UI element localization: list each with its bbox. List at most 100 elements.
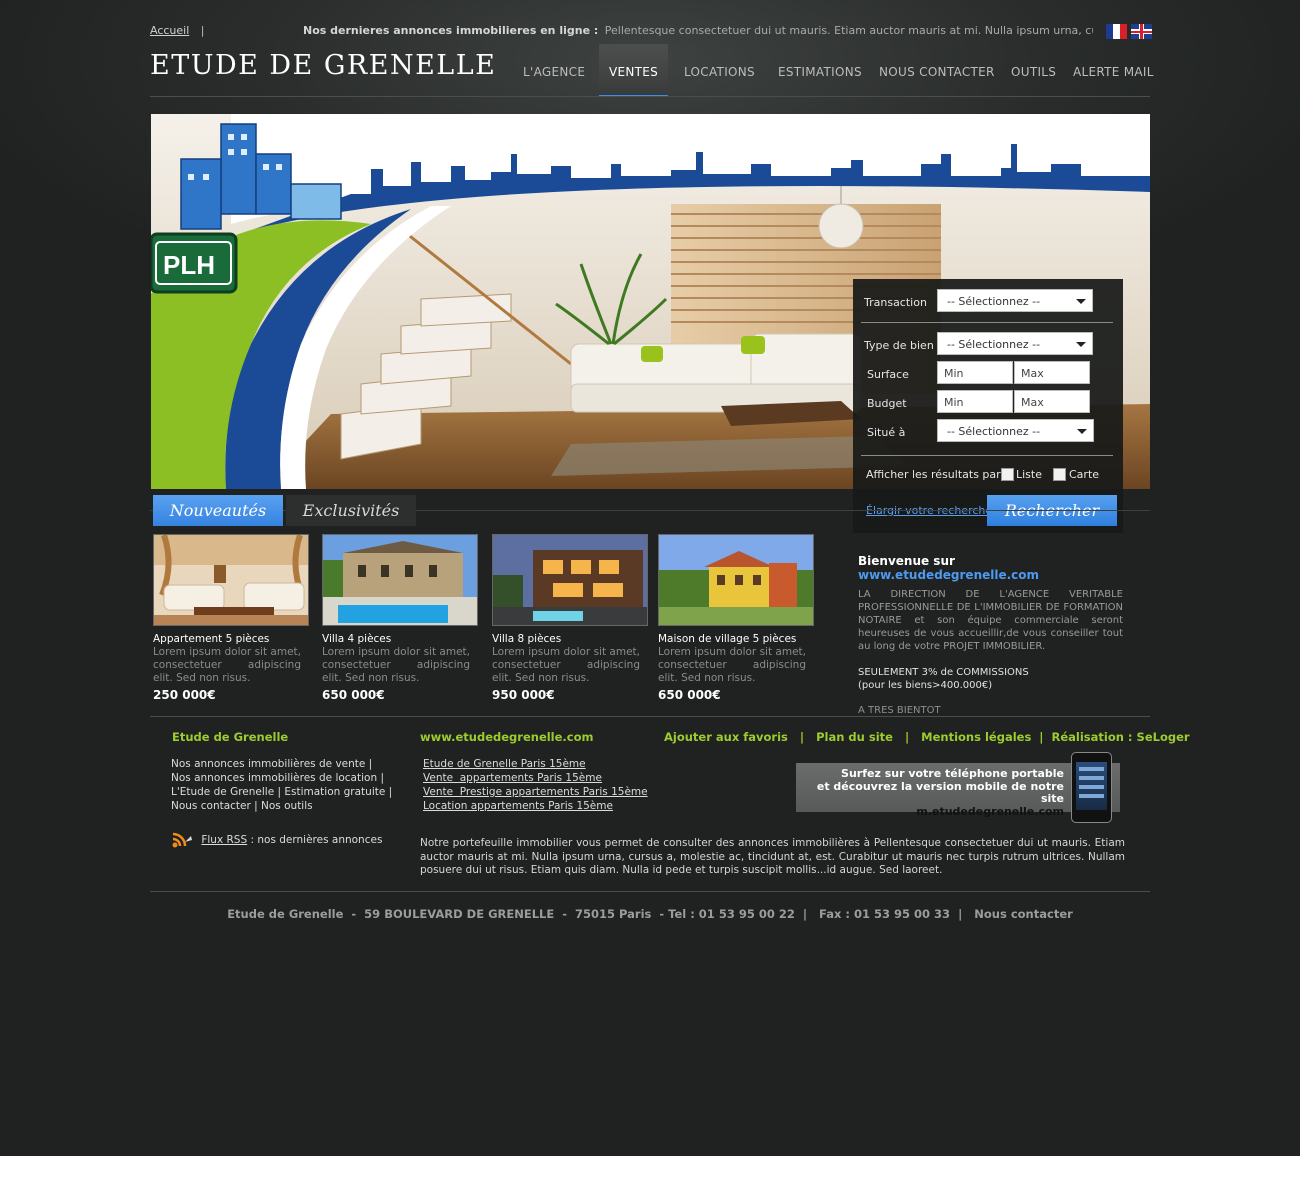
footer-link[interactable]: Nos annonces immobilières de vente | <box>171 757 392 771</box>
listing-description: Lorem ipsum dolor sit amet, consectetuer… <box>322 646 470 684</box>
content-divider <box>150 716 1150 717</box>
nav-alerte-mail[interactable]: ALERTE MAIL <box>1073 44 1154 97</box>
budget-max-input[interactable]: Max <box>1014 390 1090 413</box>
listing-photo-village-house <box>659 535 813 625</box>
nav-contact[interactable]: NOUS CONTACTER <box>879 44 995 97</box>
budget-label: Budget <box>867 397 907 410</box>
breadcrumb: Accueil | <box>150 24 205 37</box>
nav-agence[interactable]: L'AGENCE <box>523 44 585 97</box>
map-checkbox[interactable] <box>1053 468 1066 481</box>
footer-link[interactable]: Location appartements Paris 15ème <box>423 799 648 813</box>
mobile-promo-line-2: et découvrez la version mobile de notre … <box>816 779 1064 805</box>
flag-fr-icon[interactable] <box>1106 24 1127 39</box>
tab-nouveautes[interactable]: Nouveautés <box>153 495 283 526</box>
listing-description: Lorem ipsum dolor sit amet, consectetuer… <box>153 646 301 684</box>
welcome-text: LA DIRECTION DE L'AGENCE VERITABLE PROFE… <box>858 589 1123 652</box>
listing-title[interactable]: Maison de village 5 pièces <box>658 633 814 645</box>
listing-price: 250 000€ <box>153 688 216 702</box>
listing-photo[interactable] <box>153 534 309 626</box>
search-panel: Transaction -- Sélectionnez -- Type de b… <box>853 279 1123 533</box>
nav-outils[interactable]: OUTILS <box>1011 44 1056 97</box>
chevron-down-icon <box>1076 342 1086 347</box>
welcome-block: Bienvenue sur www.etudedegrenelle.com LA… <box>858 554 1123 716</box>
footer-link[interactable]: Nous contacter | Nos outils <box>171 799 392 813</box>
budget-min-input[interactable]: Min <box>937 390 1013 413</box>
footer-divider <box>150 891 1150 892</box>
listing-price: 950 000€ <box>492 688 555 702</box>
footer-link[interactable]: Vente appartements Paris 15ème <box>423 771 648 785</box>
surface-max-input[interactable]: Max <box>1014 361 1090 384</box>
welcome-site-link[interactable]: www.etudedegrenelle.com <box>858 568 1039 582</box>
welcome-title-prefix: Bienvenue sur <box>858 554 955 568</box>
footer-link[interactable]: L'Etude de Grenelle | Estimation gratuit… <box>171 785 392 799</box>
ticker-text: Pellentesque consectetuer dui ut mauris.… <box>604 24 1093 37</box>
nav-estimations[interactable]: ESTIMATIONS <box>778 44 862 97</box>
footer-utility-links[interactable]: Ajouter aux favoris | Plan du site | Men… <box>664 730 1190 744</box>
listing-description: Lorem ipsum dolor sit amet, consectetuer… <box>492 646 640 684</box>
location-label: Situé à <box>867 426 906 439</box>
location-select[interactable]: -- Sélectionnez -- <box>937 419 1094 442</box>
site-logo[interactable]: ETUDE DE GRENELLE <box>150 50 496 81</box>
rss-text: : nos dernières annonces <box>250 834 383 846</box>
listing-card[interactable]: Appartement 5 pièces Lorem ipsum dolor s… <box>153 534 309 702</box>
search-divider <box>861 455 1113 456</box>
surface-label: Surface <box>867 368 909 381</box>
listing-photo-villa-pool <box>323 535 477 625</box>
footer-link[interactable]: Etude de Grenelle Paris 15ème <box>423 757 648 771</box>
nav-ventes[interactable]: VENTES <box>599 44 668 97</box>
chevron-down-icon <box>1077 429 1087 434</box>
listing-photo-villa-night <box>493 535 647 625</box>
transaction-select[interactable]: -- Sélectionnez -- <box>937 289 1093 312</box>
chevron-down-icon <box>1076 299 1086 304</box>
commission-note: SEULEMENT 3% de COMMISSIONS (pour les bi… <box>858 666 1123 692</box>
listing-photo[interactable] <box>658 534 814 626</box>
rss-icon[interactable] <box>171 832 193 848</box>
type-value: -- Sélectionnez -- <box>947 338 1041 351</box>
listing-title[interactable]: Villa 4 pièces <box>322 633 478 645</box>
header-divider <box>150 96 1150 97</box>
commission-line-1: SEULEMENT 3% de COMMISSIONS <box>858 667 1029 678</box>
footer-links-col1: Nos annonces immobilières de vente | Nos… <box>171 757 392 813</box>
nav-locations[interactable]: LOCATIONS <box>684 44 755 97</box>
list-option-label: Liste <box>1016 468 1042 481</box>
tab-exclusivites[interactable]: Exclusivités <box>286 495 416 526</box>
home-link[interactable]: Accueil <box>150 24 189 37</box>
type-label: Type de bien <box>864 339 934 352</box>
mobile-promo-url[interactable]: m.etudedegrenelle.com <box>796 805 1064 819</box>
display-label: Afficher les résultats par <box>866 468 1001 481</box>
listing-price: 650 000€ <box>658 688 721 702</box>
welcome-title: Bienvenue sur www.etudedegrenelle.com <box>858 554 1123 582</box>
list-checkbox[interactable] <box>1001 468 1014 481</box>
language-switcher <box>1102 24 1152 43</box>
footer-col2-title[interactable]: www.etudedegrenelle.com <box>420 730 594 744</box>
phone-icon <box>1071 752 1112 823</box>
search-divider <box>861 322 1113 323</box>
footer-link[interactable]: Vente Prestige appartements Paris 15ème <box>423 785 648 799</box>
breadcrumb-separator: | <box>200 24 205 37</box>
surface-min-input[interactable]: Min <box>937 361 1013 384</box>
news-ticker[interactable]: Nos dernieres annonces immobilieres en l… <box>303 24 1093 37</box>
mobile-promo-line-1: Surfez sur votre téléphone portable <box>841 767 1064 780</box>
listing-price: 650 000€ <box>322 688 385 702</box>
mobile-promo-text: Surfez sur votre téléphone portable et d… <box>796 767 1064 819</box>
rss-link[interactable]: Flux RSS <box>201 834 247 846</box>
transaction-label: Transaction <box>864 296 927 309</box>
listing-photo[interactable] <box>492 534 648 626</box>
footer-col1-title[interactable]: Etude de Grenelle <box>172 730 288 744</box>
listing-title[interactable]: Appartement 5 pièces <box>153 633 309 645</box>
map-option-label: Carte <box>1069 468 1100 481</box>
listing-title[interactable]: Villa 8 pièces <box>492 633 648 645</box>
listing-card[interactable]: Villa 4 pièces Lorem ipsum dolor sit ame… <box>322 534 478 702</box>
listing-card[interactable]: Villa 8 pièces Lorem ipsum dolor sit ame… <box>492 534 648 702</box>
commission-line-2: (pour les biens>400.000€) <box>858 680 993 691</box>
type-select[interactable]: -- Sélectionnez -- <box>937 332 1093 355</box>
footer-link[interactable]: Nos annonces immobilières de location | <box>171 771 392 785</box>
listing-description: Lorem ipsum dolor sit amet, consectetuer… <box>658 646 806 684</box>
listing-photo[interactable] <box>322 534 478 626</box>
listing-photo-living-room <box>154 535 308 625</box>
ticker-label: Nos dernieres annonces immobilieres en l… <box>303 24 599 37</box>
transaction-value: -- Sélectionnez -- <box>947 295 1041 308</box>
listing-card[interactable]: Maison de village 5 pièces Lorem ipsum d… <box>658 534 814 702</box>
flag-uk-icon[interactable] <box>1131 24 1152 39</box>
footer-address: Etude de Grenelle - 59 BOULEVARD DE GREN… <box>227 907 1073 921</box>
